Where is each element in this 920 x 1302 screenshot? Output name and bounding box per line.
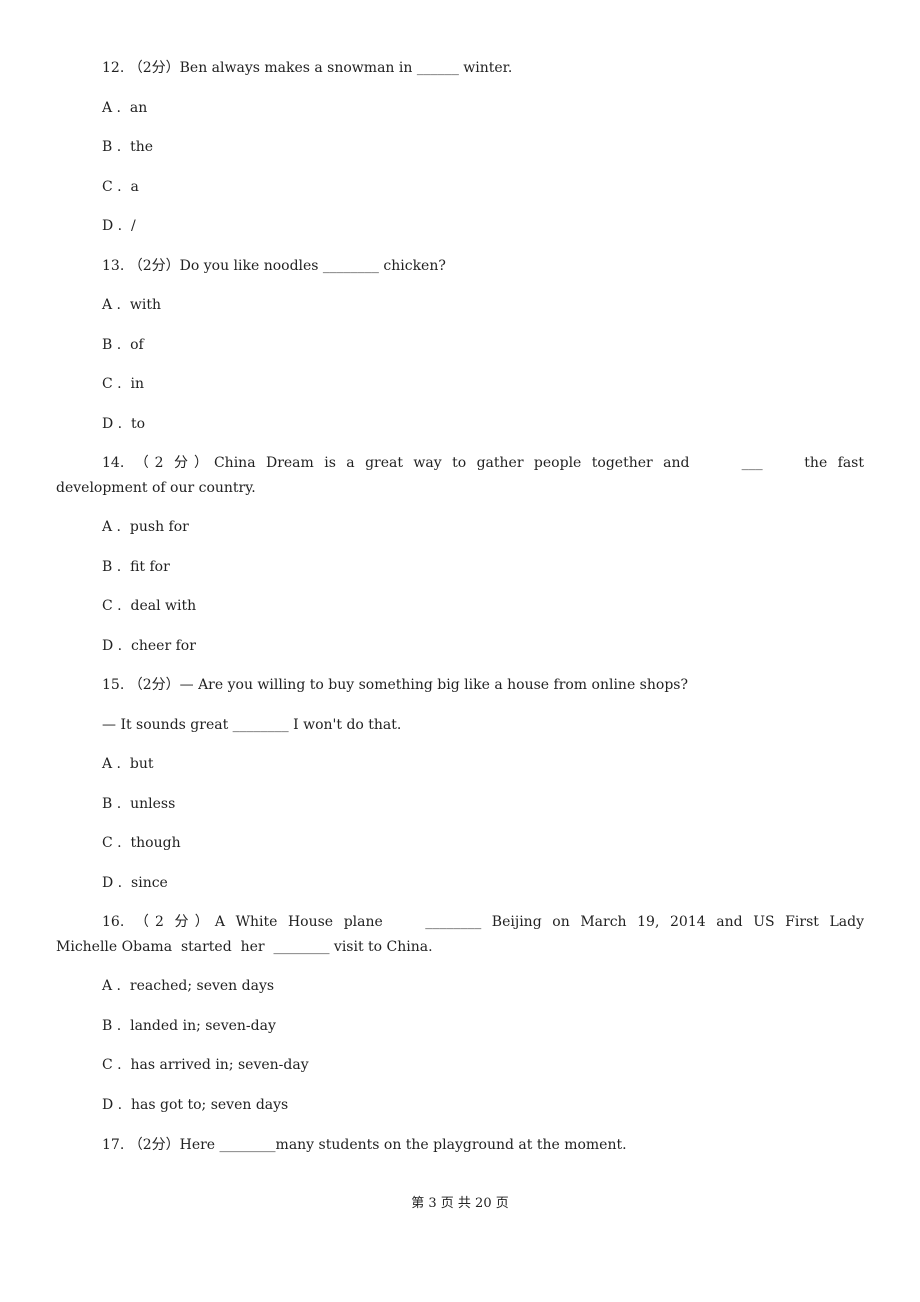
answer-option: C . a	[102, 179, 139, 195]
answer-option: C . deal with	[102, 598, 197, 614]
answer-option: B . unless	[102, 796, 176, 812]
question-stem: 13. （2分）Do you like noodles ________ chi…	[102, 258, 446, 274]
answer-option: D . since	[102, 875, 168, 891]
question-stem: 17. （2分）Here ________many students on th…	[102, 1137, 627, 1153]
answer-option: C . though	[102, 835, 181, 851]
answer-option: B . fit for	[102, 559, 170, 575]
question-stem: 12. （2分）Ben always makes a snowman in __…	[102, 60, 513, 76]
answer-option: D . cheer for	[102, 638, 196, 654]
answer-option: C . has arrived in; seven-day	[102, 1057, 309, 1073]
question-stem-continued: — It sounds great ________ I won't do th…	[102, 717, 402, 733]
answer-option: D . /	[102, 218, 136, 234]
answer-option: A . but	[102, 756, 154, 772]
question-stem-continued: development of our country.	[56, 480, 256, 496]
answer-option: C . in	[102, 376, 145, 392]
answer-option: B . the	[102, 139, 154, 155]
answer-option: D . has got to; seven days	[102, 1097, 289, 1113]
question-stem: 15. （2分）— Are you willing to buy somethi…	[102, 677, 688, 693]
answer-option: D . to	[102, 416, 146, 432]
question-stem: 14. （2 分）China Dream is a great way to g…	[102, 455, 864, 471]
answer-option: A . an	[102, 100, 148, 116]
question-stem-continued: Michelle Obama started her ________ visi…	[56, 939, 433, 955]
page-footer: 第 3 页 共 20 页	[411, 1196, 509, 1211]
question-stem: 16. （2 分）A White House plane ________ Be…	[102, 914, 864, 930]
answer-option: A . with	[102, 297, 162, 313]
answer-option: B . of	[102, 337, 144, 353]
answer-option: A . push for	[102, 519, 189, 535]
answer-option: B . landed in; seven-day	[102, 1018, 276, 1034]
answer-option: A . reached; seven days	[102, 978, 275, 994]
